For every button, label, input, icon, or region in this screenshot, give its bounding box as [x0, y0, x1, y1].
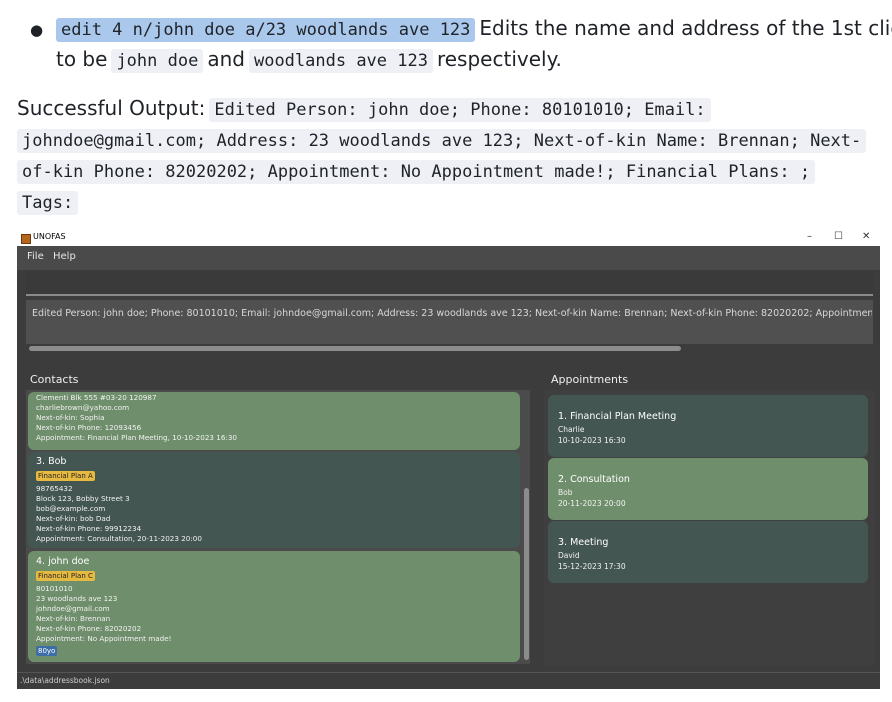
appointment-list: 1. Financial Plan Meeting Charlie 10-10-…	[544, 390, 874, 666]
contact-card[interactable]: 4. john doe Financial Plan C 80101010 23…	[28, 551, 520, 662]
contact-card[interactable]: 3. Bob Financial Plan A 98765432 Block 1…	[28, 452, 520, 548]
contact-email: bob@example.com	[36, 504, 106, 513]
contacts-title: Contacts	[30, 373, 79, 386]
appointments-title: Appointments	[551, 373, 629, 386]
menu-help[interactable]: Help	[53, 251, 76, 262]
minimize-icon[interactable]: –	[807, 231, 812, 242]
contact-email: johndoe@gmail.com	[36, 604, 110, 613]
data-file-path: .\data\addressbook.json	[20, 676, 110, 685]
contact-name: 4. john doe	[36, 556, 90, 567]
financial-plan-tag: Financial Plan A	[36, 471, 95, 481]
contact-nok: Next-of-kin: Sophia	[36, 413, 105, 422]
appointment-person: Charlie	[558, 425, 585, 434]
contact-phone: 80101010	[36, 584, 73, 593]
user-guide-section: ● edit 4 n/john doe a/23 woodlands ave 1…	[0, 0, 892, 230]
result-horizontal-scrollbar[interactable]	[29, 346, 681, 351]
appointment-card[interactable]: 1. Financial Plan Meeting Charlie 10-10-…	[548, 395, 868, 457]
contact-appointment: Appointment: No Appointment made!	[36, 634, 172, 643]
appointment-person: David	[558, 551, 580, 560]
example-line-2: to be john doe and woodlands ave 123 respect…	[56, 44, 562, 76]
output-code-1: Edited Person: john doe; Phone: 80101010…	[209, 98, 711, 122]
contact-card[interactable]: Clementi Blk 555 #03-20 120987 charliebr…	[28, 392, 520, 450]
output-code-3: of-kin Phone: 82020202; Appointment: No …	[17, 160, 816, 184]
output-code-4: Tags:	[17, 191, 79, 215]
contact-list: Clementi Blk 555 #03-20 120987 charliebr…	[26, 390, 530, 664]
contact-appointment: Appointment: Consultation, 20-11-2023 20…	[36, 534, 202, 543]
financial-plan-tag: Financial Plan C	[36, 571, 95, 581]
contact-nok-phone: Next-of-kin Phone: 99912234	[36, 524, 142, 533]
age-badge: 80yo	[36, 646, 58, 656]
command-input[interactable]	[26, 272, 873, 296]
command-example: edit 4 n/john doe a/23 woodlands ave 123	[56, 18, 476, 42]
text-and: and	[207, 47, 245, 71]
maximize-icon[interactable]: ☐	[834, 231, 843, 242]
appointment-card[interactable]: 2. Consultation Bob 20-11-2023 20:00	[548, 458, 868, 520]
appointment-datetime: 10-10-2023 16:30	[558, 436, 626, 445]
contact-nok: Next-of-kin: Brennan	[36, 614, 111, 623]
app-window: UNOFAS – ☐ ✕ File Help Edited Person: jo…	[17, 230, 880, 689]
status-bar: .\data\addressbook.json	[17, 672, 880, 689]
appointment-person: Bob	[558, 488, 573, 497]
result-text: Edited Person: john doe; Phone: 80101010…	[32, 308, 872, 319]
output-line-1: Successful Output: Edited Person: john do…	[17, 93, 711, 125]
text-respectively: respectively.	[436, 47, 562, 71]
bullet-point: ●	[30, 21, 44, 39]
contact-nok: Next-of-kin: bob Dad	[36, 514, 111, 523]
contact-address: Block 123, Bobby Street 3	[36, 494, 130, 503]
appointment-title: 3. Meeting	[558, 537, 609, 548]
contacts-scrollbar-thumb[interactable]	[524, 488, 529, 660]
result-display: Edited Person: john doe; Phone: 80101010…	[26, 300, 873, 351]
menu-bar: File Help	[17, 246, 880, 270]
output-line-2: johndoe@gmail.com; Address: 23 woodlands…	[17, 124, 867, 156]
output-label: Successful Output:	[17, 96, 206, 120]
contact-address: 23 woodlands ave 123	[36, 594, 118, 603]
menu-file[interactable]: File	[27, 251, 44, 262]
contact-name: 3. Bob	[36, 456, 67, 467]
contact-phone: 98765432	[36, 484, 73, 493]
contact-appointment: Appointment: Financial Plan Meeting, 10-…	[36, 433, 237, 442]
example-description: Edits the name and address of the 1st cl…	[479, 16, 892, 40]
text-to-be: to be	[56, 47, 108, 71]
window-title: UNOFAS	[33, 232, 66, 241]
output-line-4: Tags:	[17, 186, 79, 218]
code-address: woodlands ave 123	[248, 49, 433, 73]
appointment-datetime: 20-11-2023 20:00	[558, 499, 626, 508]
output-line-3: of-kin Phone: 82020202; Appointment: No …	[17, 155, 816, 187]
title-bar: UNOFAS – ☐ ✕	[17, 230, 880, 246]
output-code-2: johndoe@gmail.com; Address: 23 woodlands…	[17, 129, 867, 153]
contact-nok-phone: Next-of-kin Phone: 82020202	[36, 624, 142, 633]
appointment-datetime: 15-12-2023 17:30	[558, 562, 626, 571]
contact-email: charliebrown@yahoo.com	[36, 403, 130, 412]
appointment-title: 2. Consultation	[558, 474, 630, 485]
app-logo-icon	[21, 234, 31, 244]
contact-address: Clementi Blk 555 #03-20 120987	[36, 393, 157, 402]
appointment-card[interactable]: 3. Meeting David 15-12-2023 17:30	[548, 521, 868, 583]
close-icon[interactable]: ✕	[862, 231, 870, 242]
contact-nok-phone: Next-of-kin Phone: 12093456	[36, 423, 142, 432]
code-name: john doe	[111, 49, 204, 73]
example-line-1: edit 4 n/john doe a/23 woodlands ave 123…	[56, 13, 892, 45]
appointment-title: 1. Financial Plan Meeting	[558, 411, 677, 422]
